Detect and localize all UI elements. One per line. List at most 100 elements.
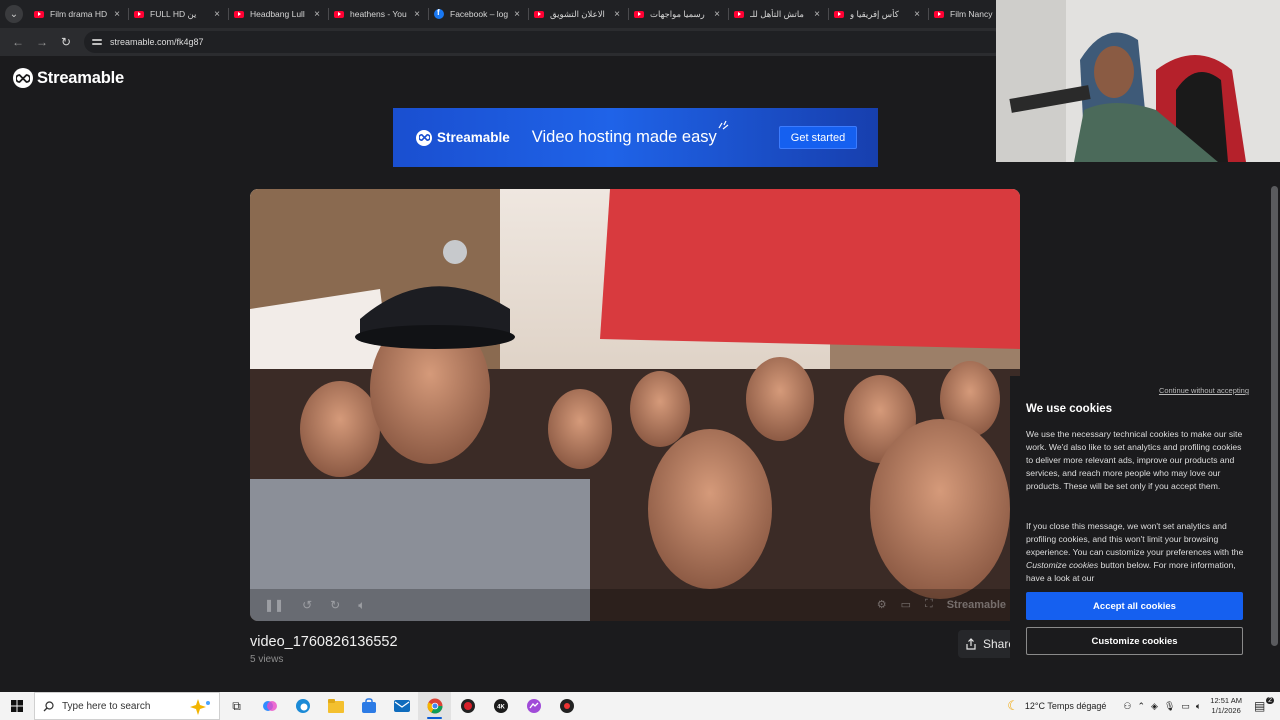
taskbar-messenger[interactable] xyxy=(517,692,550,720)
taskbar-edge[interactable] xyxy=(286,692,319,720)
forward-icon[interactable]: ↻ xyxy=(330,598,340,612)
taskbar-clock[interactable]: 12:51 AM 1/1/2026 xyxy=(1210,696,1242,716)
sparkle-icon xyxy=(718,120,729,130)
taskbar-search[interactable]: Type here to search xyxy=(34,692,220,720)
browser-tab[interactable]: ماتش التأهل للـ × xyxy=(728,0,828,28)
browser-tab[interactable]: FULL HD ين × xyxy=(128,0,228,28)
webcam-image xyxy=(996,0,1280,162)
moon-icon: ☾ xyxy=(1007,698,1019,713)
video-player[interactable]: ❚❚ ↺ ↻ 🔈︎ ⚙︎ ▭ ⛶ Streamable xyxy=(250,189,1020,621)
windows-logo-icon xyxy=(11,700,23,712)
streamable-logo-icon xyxy=(416,129,432,146)
customize-cookies-button[interactable]: Customize cookies xyxy=(1026,627,1243,655)
page-scrollbar[interactable] xyxy=(1271,186,1278,646)
browser-tab[interactable]: Headbang Lull × xyxy=(228,0,328,28)
tab-title: FULL HD ين xyxy=(150,8,197,19)
streamable-logo-icon xyxy=(13,68,33,88)
windows-taskbar: Type here to search ⧉ 4K ☾ 12°C Temps dé… xyxy=(0,692,1280,720)
volume-icon[interactable]: 🔈︎ xyxy=(358,598,365,613)
volume-tray-icon[interactable]: 🔈︎ xyxy=(1196,701,1201,712)
close-tab-icon[interactable]: × xyxy=(412,9,422,20)
app-red-icon xyxy=(460,699,475,713)
taskbar-file-explorer[interactable] xyxy=(319,692,352,720)
banner-brand: Streamable xyxy=(437,130,510,145)
pause-icon[interactable]: ❚❚ xyxy=(264,598,284,612)
clock-time: 12:51 AM xyxy=(1210,696,1242,705)
site-info-icon[interactable] xyxy=(92,37,102,47)
youtube-icon xyxy=(334,10,344,18)
taskbar-4k-downloader[interactable]: 4K xyxy=(484,692,517,720)
ad-banner[interactable]: Streamable Video hosting made easy Get s… xyxy=(393,108,878,167)
tab-title: Film drama HD xyxy=(50,9,108,19)
taskbar-mail[interactable] xyxy=(385,692,418,720)
weather-widget[interactable]: ☾ 12°C Temps dégagé xyxy=(1007,698,1106,714)
banner-logo: Streamable xyxy=(416,129,510,146)
notification-count: 2 xyxy=(1266,697,1274,704)
forward-button[interactable]: → xyxy=(30,30,54,54)
site-logo[interactable]: Streamable xyxy=(13,68,124,88)
browser-tab[interactable]: Facebook – log× xyxy=(428,0,528,28)
share-icon xyxy=(966,638,976,650)
video-watermark[interactable]: Streamable xyxy=(947,599,1006,611)
accept-all-cookies-button[interactable]: Accept all cookies xyxy=(1026,592,1243,620)
tab-title: ماتش التأهل للـ xyxy=(750,8,804,19)
url-input[interactable]: streamable.com/fk4g87 xyxy=(84,31,1004,53)
notification-center-button[interactable]: ▤ 2 xyxy=(1254,697,1274,713)
continue-without-accepting-link[interactable]: Continue without accepting xyxy=(1159,386,1249,395)
task-view-button[interactable]: ⧉ xyxy=(220,692,253,720)
taskbar-app-recorder[interactable] xyxy=(550,692,583,720)
taskbar-chrome[interactable] xyxy=(418,692,451,720)
notification-icon: ▤ xyxy=(1254,699,1266,713)
start-button[interactable] xyxy=(0,700,34,712)
close-tab-icon[interactable]: × xyxy=(312,9,322,20)
close-tab-icon[interactable]: × xyxy=(812,9,822,20)
browser-tab[interactable]: heathens - You × xyxy=(328,0,428,28)
reload-button[interactable]: ↻ xyxy=(54,30,78,54)
site-logo-text: Streamable xyxy=(37,68,124,87)
tab-search-button[interactable]: ⌄ xyxy=(0,0,28,28)
clock-date: 1/1/2026 xyxy=(1211,706,1241,715)
share-button[interactable]: Share xyxy=(958,630,1018,658)
microphone-icon[interactable]: 🎙︎ xyxy=(1164,701,1175,712)
get-started-button[interactable]: Get started xyxy=(779,126,857,149)
tab-title: Headbang Lull xyxy=(250,9,305,19)
search-icon xyxy=(43,700,54,711)
taskbar-copilot[interactable] xyxy=(253,692,286,720)
tab-title: رسميا مواجهات xyxy=(650,8,705,19)
browser-tab[interactable]: كأس إفريقيا و × xyxy=(828,0,928,28)
cookie-paragraph-2: If you close this message, we won't set … xyxy=(1026,520,1248,585)
messenger-icon xyxy=(526,699,541,713)
browser-tab[interactable]: رسميا مواجهات × xyxy=(628,0,728,28)
video-controls-right: ⚙︎ ▭ ⛶ Streamable xyxy=(877,598,1006,611)
youtube-icon xyxy=(134,10,144,18)
rewind-icon[interactable]: ↺ xyxy=(302,598,312,612)
taskbar-store[interactable] xyxy=(352,692,385,720)
cookie-consent-panel: Continue without accepting We use cookie… xyxy=(1010,376,1260,692)
store-icon xyxy=(361,698,376,713)
close-tab-icon[interactable]: × xyxy=(712,9,722,20)
facebook-icon xyxy=(434,8,444,19)
close-tab-icon[interactable]: × xyxy=(212,9,222,20)
close-tab-icon[interactable]: × xyxy=(112,9,122,20)
back-button[interactable]: ← xyxy=(6,30,30,54)
tab-title: كأس إفريقيا و xyxy=(850,8,899,19)
youtube-icon xyxy=(734,10,744,18)
fullscreen-icon[interactable]: ⛶ xyxy=(925,598,933,611)
shield-icon[interactable]: ◈ xyxy=(1151,701,1158,712)
taskbar-app-red[interactable] xyxy=(451,692,484,720)
youtube-icon xyxy=(34,10,44,18)
people-icon[interactable]: ⚇ xyxy=(1123,701,1131,712)
browser-tab[interactable]: الاعلان التشويق × xyxy=(528,0,628,28)
browser-tab[interactable]: Film drama HD × xyxy=(28,0,128,28)
cookie-paragraph-1: We use the necessary technical cookies t… xyxy=(1026,429,1243,491)
close-tab-icon[interactable]: × xyxy=(912,9,922,20)
network-icon[interactable]: ▭ xyxy=(1181,701,1190,712)
pip-icon[interactable]: ▭ xyxy=(901,598,911,611)
settings-icon[interactable]: ⚙︎ xyxy=(877,598,887,611)
chevron-up-icon[interactable]: ⌃ xyxy=(1137,701,1145,712)
recorder-icon xyxy=(559,699,574,713)
close-tab-icon[interactable]: × xyxy=(612,9,622,20)
video-title: video_1760826136552 xyxy=(250,634,398,650)
screen: ⌄ Film drama HD × FULL HD ين × Headbang Lull… xyxy=(0,0,1280,720)
close-tab-icon[interactable]: × xyxy=(512,9,522,20)
